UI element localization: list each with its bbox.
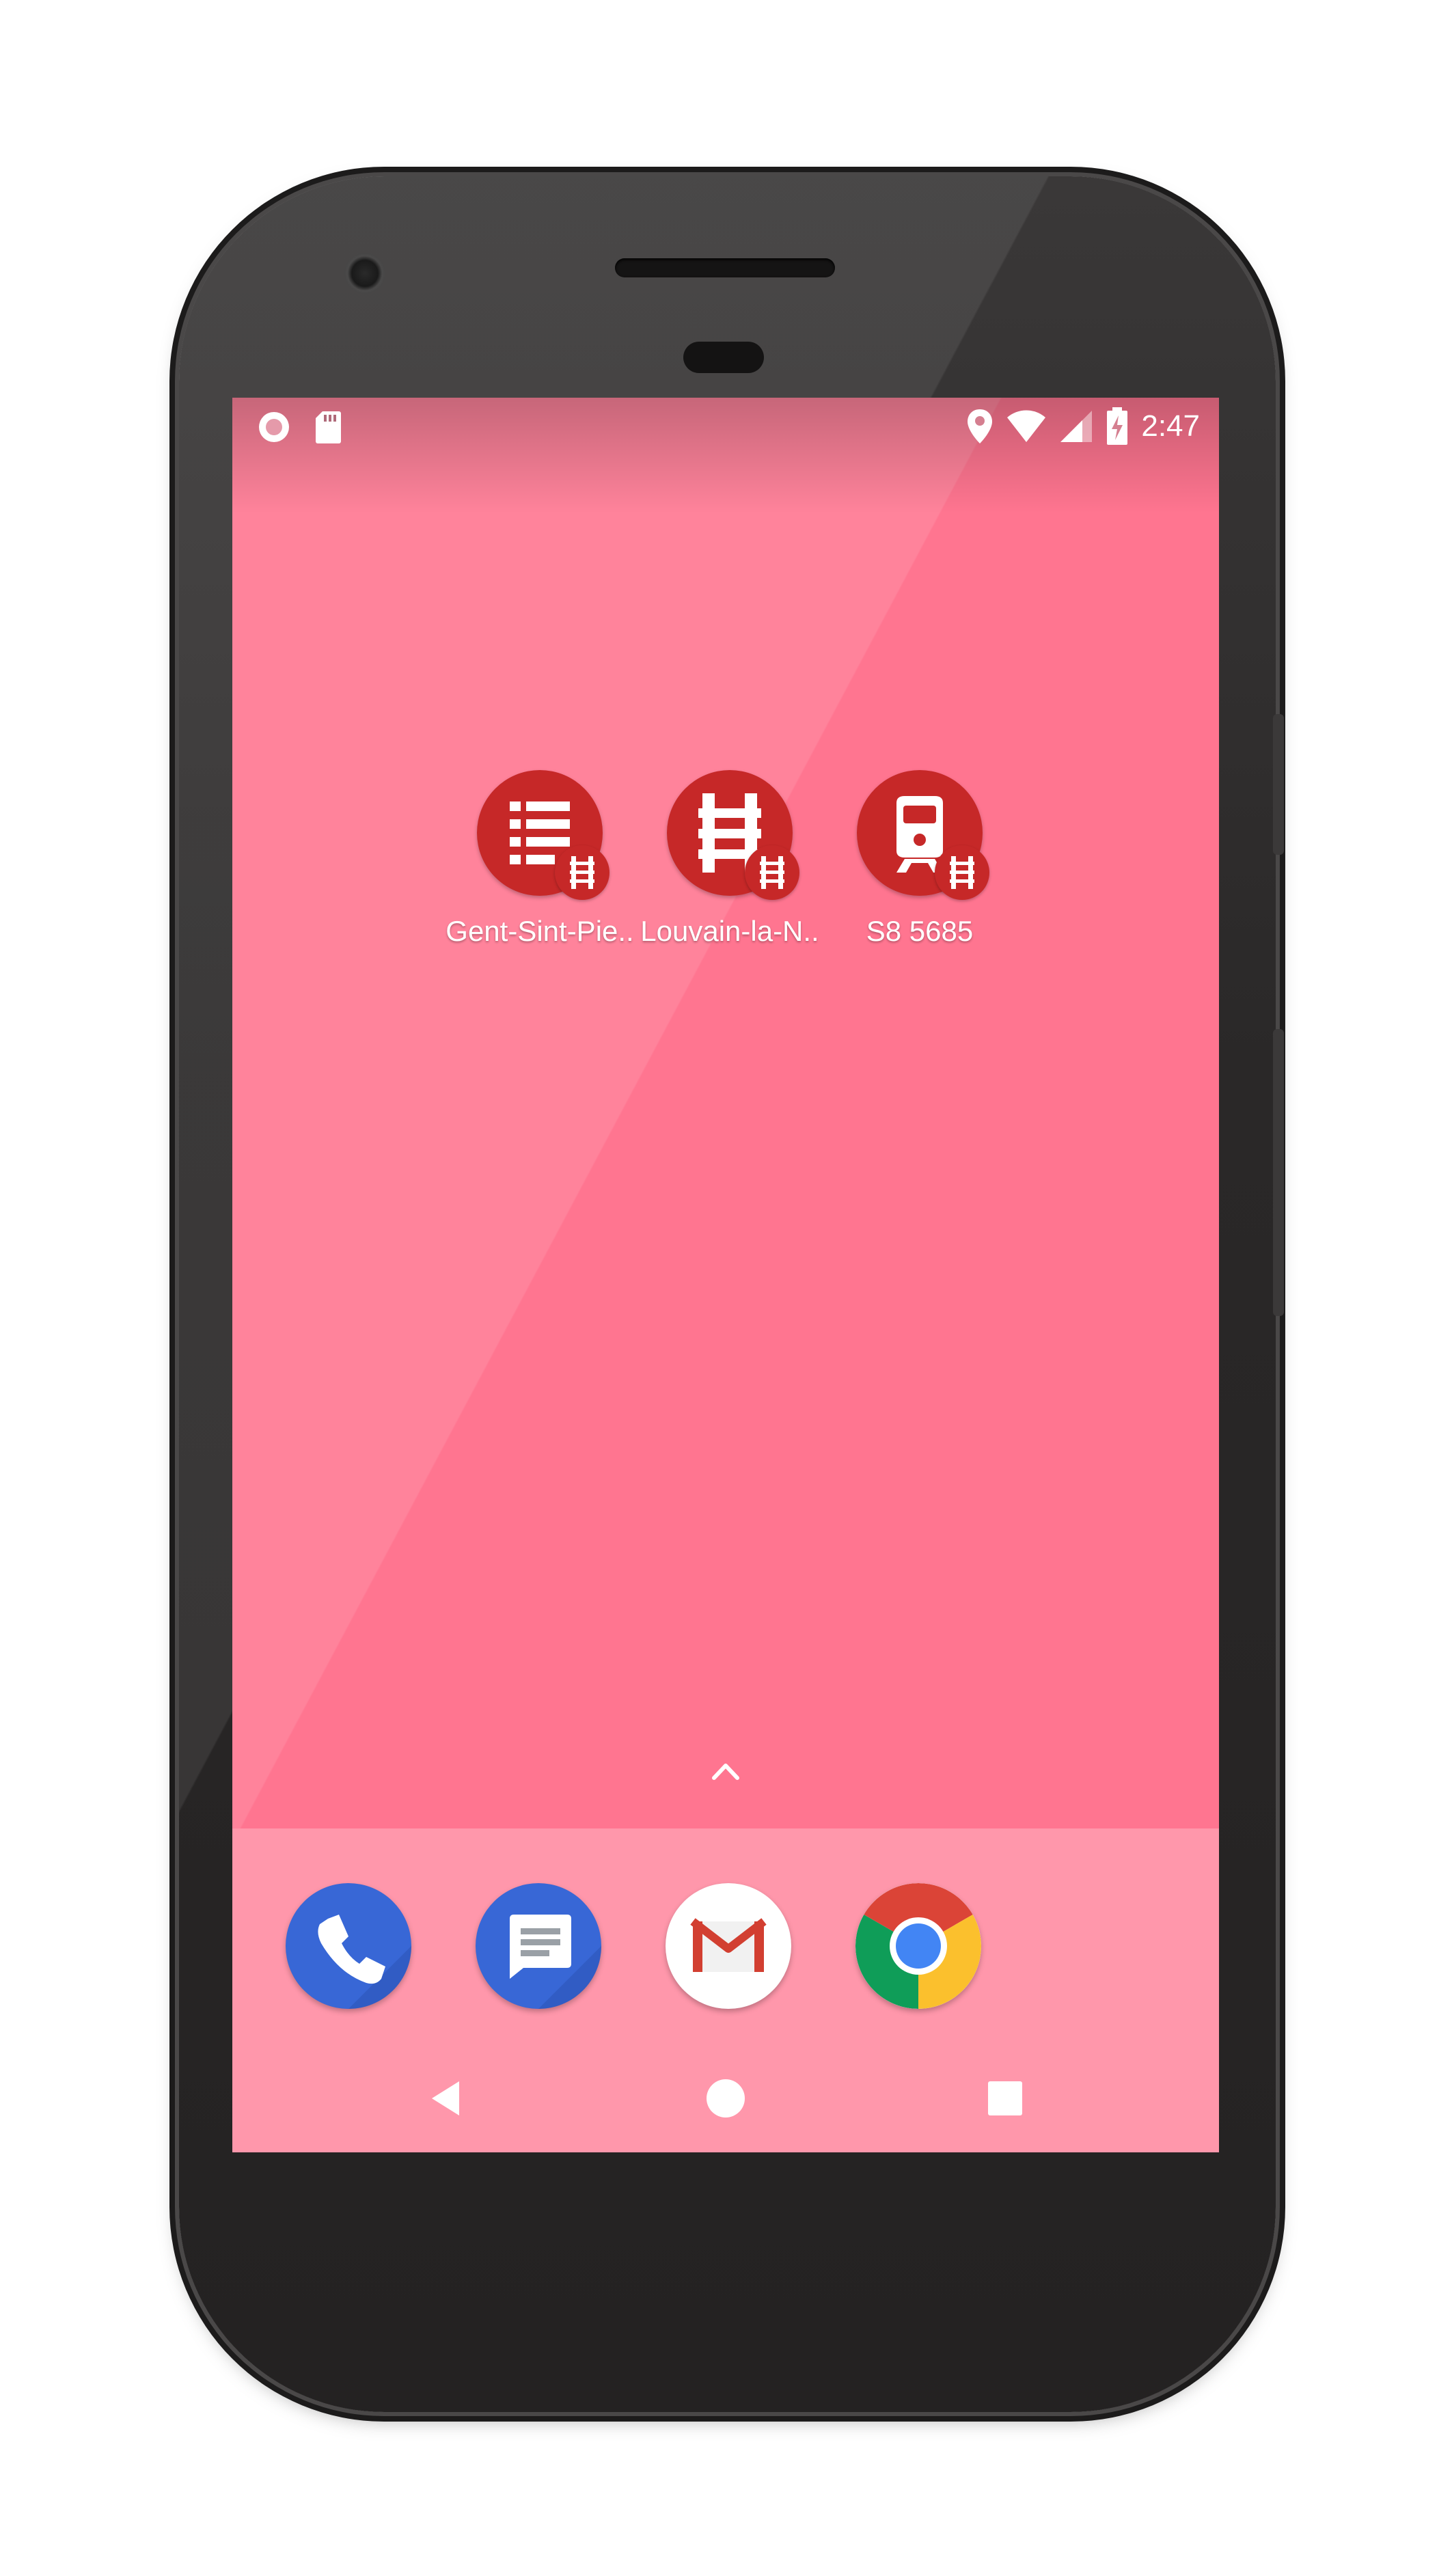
phone-icon — [318, 1915, 411, 2009]
messages-app[interactable] — [476, 1883, 601, 2009]
home-icon[interactable] — [702, 2074, 750, 2122]
recents-icon[interactable] — [981, 2074, 1029, 2122]
gmail-app[interactable] — [666, 1883, 791, 2009]
battery-charging-icon — [1107, 407, 1128, 445]
railway-track-icon — [570, 856, 594, 889]
shortcut-badge — [935, 845, 989, 900]
phone-app[interactable] — [286, 1883, 411, 2009]
railway-track-icon — [950, 856, 974, 889]
shortcut-icon-bg — [477, 770, 609, 900]
home-screen: 2:47 Gent-Sint-Pie.. Louvain-la-N.. S8 5… — [232, 398, 1219, 2152]
power-button — [1273, 714, 1284, 855]
chevron-up-icon[interactable] — [709, 1757, 743, 1785]
status-left-icons — [257, 410, 342, 444]
chrome-icon — [855, 1883, 981, 2009]
earpiece-speaker — [615, 258, 835, 277]
status-bar: 2:47 — [232, 398, 1219, 514]
dock — [232, 1828, 1219, 2152]
proximity-sensor — [683, 342, 764, 373]
notification-circle-icon — [259, 412, 289, 442]
wifi-icon — [1007, 410, 1046, 442]
shortcut-train[interactable]: S8 5685 — [831, 770, 1009, 948]
shortcut-label: S8 5685 — [866, 915, 974, 947]
shortcut-badge — [555, 845, 609, 900]
status-time: 2:47 — [1141, 409, 1200, 443]
volume-button — [1273, 1029, 1284, 1316]
shortcut-departures[interactable]: Gent-Sint-Pie.. — [446, 770, 634, 948]
shortcut-label: Louvain-la-N.. — [640, 915, 819, 947]
sd-card-icon — [316, 411, 341, 443]
gmail-icon — [690, 1918, 767, 1972]
shortcut-badge — [745, 845, 799, 900]
railway-track-icon — [760, 856, 784, 889]
navigation-bar — [232, 2047, 1219, 2150]
cellular-signal-icon — [1060, 411, 1093, 442]
front-camera — [344, 253, 385, 294]
shortcut-icon-bg — [857, 770, 989, 900]
chrome-app[interactable] — [855, 1883, 981, 2009]
location-pin-icon — [968, 409, 993, 443]
shortcut-station[interactable]: Louvain-la-N.. — [640, 770, 819, 948]
status-right-icons: 2:47 — [966, 407, 1200, 446]
shortcut-icon-bg — [667, 770, 799, 900]
back-icon[interactable] — [422, 2074, 470, 2122]
messages-icon — [510, 1915, 601, 2009]
shortcut-row: Gent-Sint-Pie.. Louvain-la-N.. S8 5685 — [446, 770, 1018, 947]
shortcut-label: Gent-Sint-Pie.. — [446, 915, 634, 947]
